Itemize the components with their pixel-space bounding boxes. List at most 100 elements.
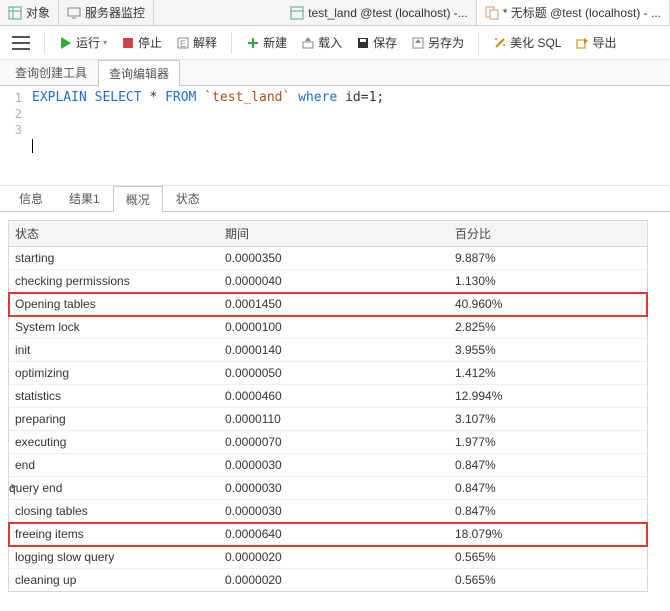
line-gutter: 1 2 3	[0, 86, 28, 185]
beautify-button[interactable]: 美化 SQL	[489, 32, 565, 53]
cell-percent: 2.825%	[449, 316, 647, 338]
table-row[interactable]: checking permissions0.00000401.130%	[9, 270, 647, 293]
col-duration[interactable]: 期间	[219, 221, 449, 246]
col-percent[interactable]: 百分比	[449, 221, 647, 246]
cell-duration: 0.0000110	[219, 408, 449, 430]
cell-percent: 18.079%	[449, 523, 647, 545]
tab-query-editor[interactable]: 查询编辑器	[98, 60, 180, 86]
svg-text:E: E	[180, 39, 186, 49]
export-label: 导出	[592, 34, 616, 51]
table-icon	[8, 6, 22, 20]
table-row[interactable]: end0.00000300.847%	[9, 454, 647, 477]
table-row[interactable]: ▸query end0.00000300.847%	[9, 477, 647, 500]
table-row[interactable]: closing tables0.00000300.847%	[9, 500, 647, 523]
cell-status: Opening tables	[9, 293, 219, 315]
title-tab-untitled[interactable]: * 无标题 @test (localhost) - ...	[477, 0, 670, 25]
stop-button[interactable]: 停止	[117, 32, 166, 53]
export-button[interactable]: 导出	[571, 32, 620, 53]
sql-keyword: FROM	[165, 90, 196, 105]
expand-icon[interactable]: ▸	[9, 481, 19, 492]
cell-duration: 0.0000050	[219, 362, 449, 384]
cell-percent: 0.847%	[449, 454, 647, 476]
cell-percent: 3.955%	[449, 339, 647, 361]
cell-status: System lock	[9, 316, 219, 338]
title-tab-monitor[interactable]: 服务器监控	[59, 0, 154, 25]
tab-query-builder[interactable]: 查询创建工具	[4, 59, 98, 85]
sql-text: id=1;	[337, 90, 384, 105]
table-row[interactable]: executing0.00000701.977%	[9, 431, 647, 454]
table-row[interactable]: starting0.00003509.887%	[9, 247, 647, 270]
cell-status: statistics	[9, 385, 219, 407]
col-status[interactable]: 状态	[9, 221, 219, 246]
cell-percent: 0.565%	[449, 546, 647, 568]
cell-duration: 0.0000640	[219, 523, 449, 545]
table-row[interactable]: Opening tables0.000145040.960%	[9, 293, 647, 316]
explain-label: 解释	[193, 34, 217, 51]
cell-percent: 0.565%	[449, 569, 647, 591]
hamburger-icon	[12, 36, 30, 50]
result-tabs: 信息 结果1 概况 状态	[0, 186, 670, 212]
cell-duration: 0.0000460	[219, 385, 449, 407]
wand-icon	[493, 36, 507, 50]
query-icon	[485, 6, 499, 20]
tab-info[interactable]: 信息	[6, 185, 56, 211]
save-label: 保存	[373, 34, 397, 51]
tab-result1[interactable]: 结果1	[56, 185, 113, 211]
table-row[interactable]: freeing items0.000064018.079%	[9, 523, 647, 546]
explain-button[interactable]: E 解释	[172, 32, 221, 53]
run-button[interactable]: 运行▾	[55, 32, 111, 53]
table-row[interactable]: preparing0.00001103.107%	[9, 408, 647, 431]
cell-duration: 0.0000100	[219, 316, 449, 338]
title-tab-label: test_land @test (localhost) -...	[308, 6, 468, 20]
save-icon	[356, 36, 370, 50]
separator	[231, 32, 232, 54]
cell-percent: 0.847%	[449, 477, 647, 499]
table-row[interactable]: optimizing0.00000501.412%	[9, 362, 647, 385]
table-row[interactable]: statistics0.000046012.994%	[9, 385, 647, 408]
saveas-label: 另存为	[428, 34, 464, 51]
cell-duration: 0.0000040	[219, 270, 449, 292]
editor-tabs: 查询创建工具 查询编辑器	[0, 60, 670, 86]
saveas-button[interactable]: 另存为	[407, 32, 468, 53]
cell-percent: 1.130%	[449, 270, 647, 292]
cell-duration: 0.0000350	[219, 247, 449, 269]
cell-status: freeing items	[9, 523, 219, 545]
table-row[interactable]: System lock0.00001002.825%	[9, 316, 647, 339]
table-row[interactable]: logging slow query0.00000200.565%	[9, 546, 647, 569]
sql-editor[interactable]: 1 2 3 EXPLAIN SELECT * FROM `test_land` …	[0, 86, 670, 186]
separator	[44, 32, 45, 54]
table-row[interactable]: init0.00001403.955%	[9, 339, 647, 362]
new-label: 新建	[263, 34, 287, 51]
cell-percent: 0.847%	[449, 500, 647, 522]
stop-icon	[121, 36, 135, 50]
cell-duration: 0.0000140	[219, 339, 449, 361]
play-icon	[59, 36, 73, 50]
cell-status: checking permissions	[9, 270, 219, 292]
table-row[interactable]: cleaning up0.00000200.565%	[9, 569, 647, 591]
sql-keyword: SELECT	[95, 90, 142, 105]
tab-profile[interactable]: 概况	[113, 186, 163, 212]
code-area[interactable]: EXPLAIN SELECT * FROM `test_land` where …	[28, 86, 670, 185]
cell-status: ▸query end	[9, 477, 219, 499]
title-tab-testland[interactable]: test_land @test (localhost) -...	[282, 0, 477, 25]
title-tab-objects[interactable]: 对象	[0, 0, 59, 25]
cell-status: logging slow query	[9, 546, 219, 568]
cell-percent: 12.994%	[449, 385, 647, 407]
sql-keyword: where	[298, 90, 337, 105]
text-cursor	[32, 139, 33, 153]
table-body: starting0.00003509.887%checking permissi…	[9, 247, 647, 591]
cell-percent: 40.960%	[449, 293, 647, 315]
dropdown-icon: ▾	[103, 38, 107, 47]
tab-status[interactable]: 状态	[163, 185, 213, 211]
menu-button[interactable]	[8, 34, 34, 52]
separator	[478, 32, 479, 54]
sql-text: *	[142, 90, 165, 105]
load-icon	[301, 36, 315, 50]
cell-status: preparing	[9, 408, 219, 430]
cell-status: starting	[9, 247, 219, 269]
new-button[interactable]: 新建	[242, 32, 291, 53]
table-header: 状态 期间 百分比	[9, 221, 647, 247]
save-button[interactable]: 保存	[352, 32, 401, 53]
load-button[interactable]: 载入	[297, 32, 346, 53]
cell-percent: 1.412%	[449, 362, 647, 384]
